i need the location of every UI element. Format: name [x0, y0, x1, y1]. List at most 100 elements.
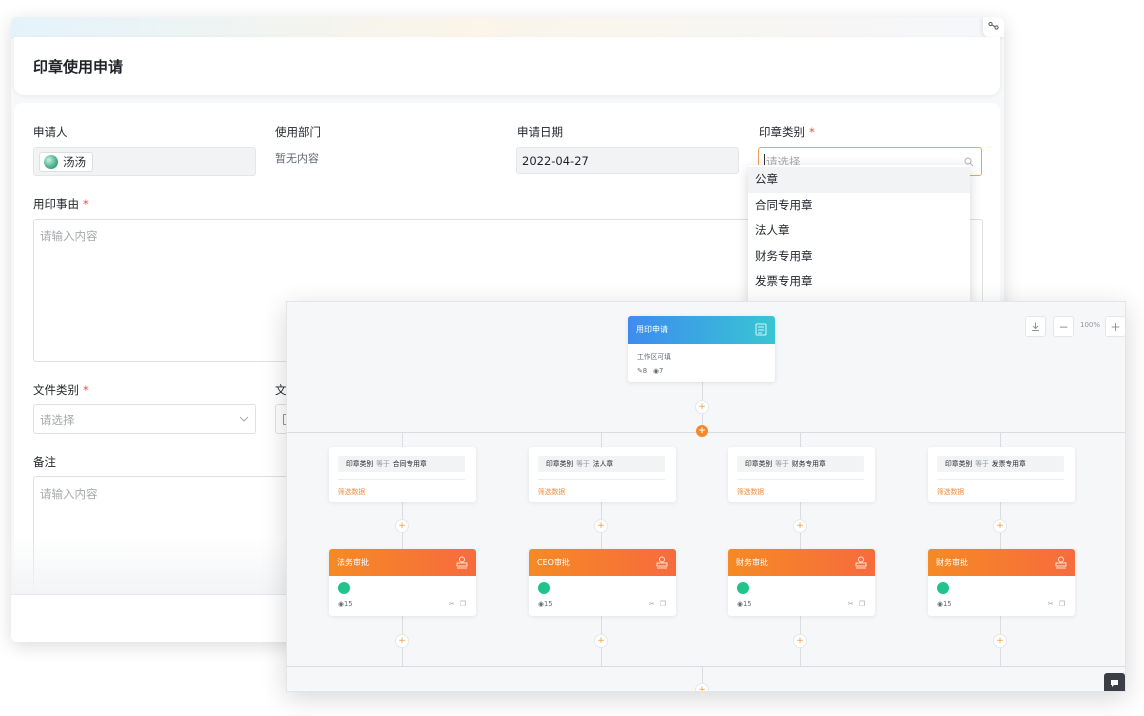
- condition-node[interactable]: 印章类别 等于 财务专用章 筛选数据: [728, 447, 875, 502]
- condition-operator: 等于: [576, 460, 590, 468]
- condition-value: 发票专用章: [991, 460, 1026, 468]
- user-icon: [538, 582, 550, 594]
- approval-tools: ✂ ❐: [1048, 600, 1065, 608]
- add-node-button[interactable]: +: [594, 634, 608, 648]
- condition-field: 印章类别: [945, 460, 973, 468]
- add-node-button[interactable]: +: [395, 519, 409, 533]
- approval-stats: ◉15: [538, 600, 553, 608]
- start-node[interactable]: 用印申请 工作区可填 ✎8 ◉7: [628, 316, 775, 382]
- view-count: 15: [742, 600, 752, 608]
- copy-icon[interactable]: ❐: [660, 600, 666, 608]
- approval-stats: ◉15: [737, 600, 752, 608]
- view-count: 15: [942, 600, 952, 608]
- condition-field: 印章类别: [546, 460, 574, 468]
- edit-count: 8: [642, 367, 648, 375]
- approval-node[interactable]: 财务审批 ◉15 ✂ ❐: [728, 549, 875, 616]
- approval-title: 财务审批: [936, 558, 968, 567]
- dropdown-option[interactable]: 合同专用章: [748, 193, 970, 219]
- add-node-button[interactable]: +: [594, 519, 608, 533]
- start-node-subtitle: 工作区可填: [637, 353, 671, 361]
- cut-icon[interactable]: ✂: [848, 600, 854, 608]
- cut-icon[interactable]: ✂: [1048, 600, 1054, 608]
- seal-type-label-text: 印章类别: [759, 125, 805, 139]
- share-icon: [988, 21, 999, 30]
- zoom-out-button[interactable]: −: [1053, 316, 1074, 337]
- condition-field: 印章类别: [346, 460, 374, 468]
- building-icon: [338, 582, 350, 594]
- filter-data-link[interactable]: 筛选数据: [737, 486, 764, 496]
- approval-tools: ✂ ❐: [848, 600, 865, 608]
- add-branch-button[interactable]: +: [696, 425, 708, 437]
- condition-node[interactable]: 印章类别 等于 合同专用章 筛选数据: [329, 447, 476, 502]
- divider: [538, 479, 665, 480]
- reason-placeholder: 请输入内容: [40, 229, 98, 243]
- copy-icon[interactable]: ❐: [859, 600, 865, 608]
- start-node-title: 用印申请: [636, 325, 668, 334]
- applicant-label-text: 申请人: [33, 125, 68, 139]
- add-node-button[interactable]: +: [695, 400, 709, 414]
- file-label-partial: 文: [275, 383, 287, 397]
- file-type-label-text: 文件类别: [33, 383, 79, 397]
- add-node-button[interactable]: +: [793, 519, 807, 533]
- dropdown-option[interactable]: 法人章: [748, 218, 970, 244]
- add-node-button[interactable]: +: [395, 634, 409, 648]
- approval-node-header: 财务审批: [928, 549, 1075, 576]
- approval-tools: ✂ ❐: [649, 600, 666, 608]
- ledger-icon: [737, 582, 749, 594]
- dropdown-option[interactable]: 财务专用章: [748, 244, 970, 270]
- stamp-icon: [855, 556, 867, 569]
- condition-field: 印章类别: [745, 460, 773, 468]
- required-mark: *: [83, 383, 89, 397]
- applicant-name: 汤汤: [63, 155, 86, 169]
- seal-type-label: 印章类别 *: [759, 124, 815, 140]
- stamp-icon: [456, 556, 468, 569]
- ledger-icon: [937, 582, 949, 594]
- add-node-button[interactable]: +: [993, 634, 1007, 648]
- condition-operator: 等于: [975, 460, 989, 468]
- add-node-button[interactable]: +: [793, 634, 807, 648]
- approval-stats: ◉15: [937, 600, 952, 608]
- top-gradient-bar: [11, 17, 1004, 39]
- applicant-chip[interactable]: 汤汤: [39, 152, 93, 172]
- divider: [937, 479, 1064, 480]
- cut-icon[interactable]: ✂: [649, 600, 655, 608]
- add-node-button[interactable]: +: [993, 519, 1007, 533]
- apply-date-field[interactable]: 2022-04-27: [516, 147, 739, 174]
- zoom-in-button[interactable]: +: [1105, 316, 1125, 337]
- department-label: 使用部门: [275, 125, 321, 139]
- dropdown-option[interactable]: 公章: [748, 167, 970, 193]
- approval-stats: ◉15: [338, 600, 353, 608]
- copy-icon[interactable]: ❐: [1059, 600, 1065, 608]
- avatar: [44, 155, 58, 169]
- copy-icon[interactable]: ❐: [460, 600, 466, 608]
- approval-node[interactable]: 法务审批 ◉15 ✂ ❐: [329, 549, 476, 616]
- file-type-select[interactable]: 请选择: [33, 404, 256, 434]
- approval-node[interactable]: 财务审批 ◉15 ✂ ❐: [928, 549, 1075, 616]
- page-title: 印章使用申请: [33, 58, 124, 76]
- remark-label: 备注: [33, 455, 56, 469]
- add-node-button[interactable]: +: [695, 683, 709, 691]
- condition-node[interactable]: 印章类别 等于 法人章 筛选数据: [529, 447, 676, 502]
- cut-icon[interactable]: ✂: [449, 600, 455, 608]
- chat-button[interactable]: [1104, 673, 1125, 691]
- condition-node[interactable]: 印章类别 等于 发票专用章 筛选数据: [928, 447, 1075, 502]
- condition-operator: 等于: [775, 460, 789, 468]
- download-button[interactable]: [1025, 316, 1046, 337]
- condition-value: 合同专用章: [392, 460, 427, 468]
- dropdown-option[interactable]: 发票专用章: [748, 269, 970, 295]
- filter-data-link[interactable]: 筛选数据: [937, 486, 964, 496]
- approval-node-header: CEO审批: [529, 549, 676, 576]
- seal-type-dropdown: 公章 合同专用章 法人章 财务专用章 发票专用章: [748, 165, 970, 305]
- condition-tag: 印章类别 等于 发票专用章: [937, 456, 1064, 472]
- approval-node[interactable]: CEO审批 ◉15 ✂ ❐: [529, 549, 676, 616]
- filter-data-link[interactable]: 筛选数据: [538, 486, 565, 496]
- view-count: 7: [658, 367, 664, 375]
- condition-operator: 等于: [376, 460, 390, 468]
- filter-data-link[interactable]: 筛选数据: [338, 486, 365, 496]
- divider: [737, 479, 864, 480]
- applicant-field[interactable]: 汤汤: [33, 147, 256, 176]
- view-stat: ◉7: [653, 367, 663, 375]
- approval-title: 财务审批: [736, 558, 768, 567]
- condition-value: 法人章: [592, 460, 614, 468]
- share-button[interactable]: [983, 17, 1004, 37]
